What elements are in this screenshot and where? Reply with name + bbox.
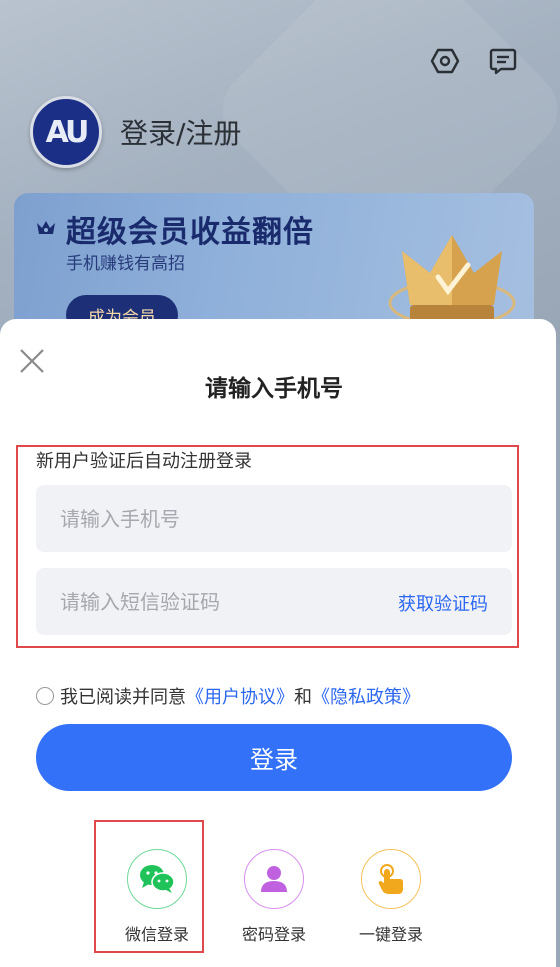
get-code-button[interactable]: 获取验证码 <box>398 590 488 616</box>
wechat-login-option[interactable]: 微信登录 <box>112 849 202 945</box>
agree-and: 和 <box>294 687 312 708</box>
user-agreement-link[interactable]: 《用户协议》 <box>186 683 294 709</box>
phone-input[interactable] <box>36 485 512 552</box>
sheet-title: 请输入手机号 <box>205 376 343 402</box>
user-icon <box>261 866 287 892</box>
wechat-login-label: 微信登录 <box>124 925 189 944</box>
vip-subtitle: 手机赚钱有高招 <box>66 254 185 274</box>
top-toolbar <box>428 44 520 78</box>
tap-icon-circle <box>361 849 421 909</box>
login-sheet: 请输入手机号 新用户验证后自动注册登录 获取验证码 我已阅读并同意 《用户协议》… <box>0 319 556 967</box>
login-button[interactable]: 登录 <box>36 724 512 791</box>
agree-prefix: 我已阅读并同意 <box>60 687 186 708</box>
password-login-option[interactable]: 密码登录 <box>229 849 319 945</box>
phone-field[interactable] <box>36 485 512 552</box>
sms-code-field[interactable]: 获取验证码 <box>36 568 512 635</box>
auto-register-hint: 新用户验证后自动注册登录 <box>36 451 252 472</box>
agreement-row: 我已阅读并同意 《用户协议》 和 《隐私政策》 <box>36 683 420 709</box>
avatar-logo: AU <box>45 114 90 150</box>
tap-icon <box>378 864 403 894</box>
profile-row[interactable]: AU 登录/注册 <box>30 96 241 168</box>
crown-icon <box>37 221 55 234</box>
wechat-icon-circle <box>127 849 187 909</box>
password-login-label: 密码登录 <box>241 925 306 944</box>
avatar[interactable]: AU <box>30 96 102 168</box>
privacy-policy-link[interactable]: 《隐私政策》 <box>312 683 420 709</box>
wechat-icon <box>140 865 175 893</box>
profile-background: AU 登录/注册 超级会员收益翻倍 手机赚钱有高招 成为会员 <box>0 0 560 340</box>
one-click-login-label: 一键登录 <box>358 925 423 944</box>
vip-title: 超级会员收益翻倍 <box>66 215 314 250</box>
login-register-link[interactable]: 登录/注册 <box>120 112 241 152</box>
agree-radio[interactable] <box>36 687 54 705</box>
user-icon-circle <box>244 849 304 909</box>
message-icon[interactable] <box>486 44 520 78</box>
one-click-login-option[interactable]: 一键登录 <box>346 849 436 945</box>
settings-hexagon-icon[interactable] <box>428 44 462 78</box>
vip-card[interactable]: 超级会员收益翻倍 手机赚钱有高招 成为会员 <box>14 193 534 340</box>
